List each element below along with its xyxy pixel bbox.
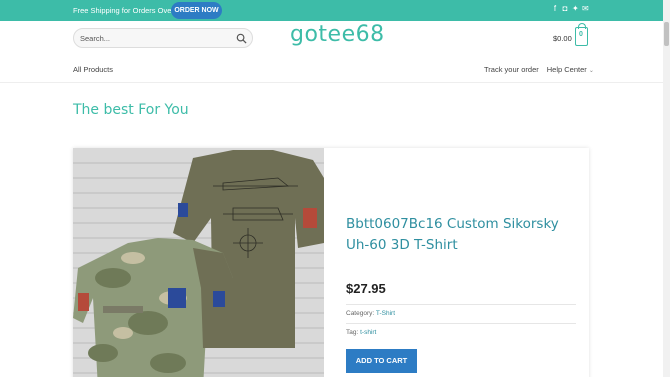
facebook-icon[interactable]: f [552, 5, 558, 13]
header-divider [0, 82, 670, 83]
order-now-button[interactable]: ORDER NOW [171, 2, 222, 19]
search-icon[interactable] [236, 33, 247, 44]
product-card: Bbtt0607Bc16 Custom Sikorsky Uh-60 3D T-… [73, 148, 589, 377]
nav-track-order[interactable]: Track your order [484, 65, 539, 74]
cart-count: 0 [579, 31, 583, 38]
search-placeholder: Search... [80, 34, 111, 43]
nav-help-center[interactable]: Help Center ⌄ [547, 65, 594, 74]
category-label: Category: [346, 310, 375, 317]
site-logo[interactable]: gotee68 [290, 22, 385, 47]
section-title: The best For You [73, 102, 189, 118]
social-links: f ◘ ✦ ✉ [552, 5, 589, 13]
tag-link[interactable]: t-shirt [360, 329, 376, 336]
scrollbar-thumb[interactable] [664, 22, 669, 46]
instagram-icon[interactable]: ◘ [562, 5, 568, 13]
twitter-icon[interactable]: ✦ [572, 5, 579, 13]
tag-label: Tag: [346, 329, 359, 336]
product-category: Category: T-Shirt [346, 310, 395, 317]
meta-divider [346, 304, 576, 305]
category-link[interactable]: T-Shirt [376, 310, 395, 317]
cart-total[interactable]: $0.00 [553, 34, 572, 43]
page-scrollbar[interactable] [663, 0, 670, 377]
product-info: Bbtt0607Bc16 Custom Sikorsky Uh-60 3D T-… [346, 148, 576, 377]
top-bar: Free Shipping for Orders Over $99 ORDER … [0, 0, 670, 21]
nav-right: Track your order Help Center ⌄ [484, 65, 594, 74]
nav-all-products[interactable]: All Products [73, 65, 113, 74]
add-to-cart-button[interactable]: ADD TO CART [346, 349, 417, 373]
search-input[interactable]: Search... [73, 28, 253, 48]
chevron-down-icon: ⌄ [588, 68, 594, 74]
product-tag: Tag: t-shirt [346, 329, 376, 336]
nav-help-label: Help Center [546, 65, 587, 74]
email-icon[interactable]: ✉ [582, 5, 589, 13]
product-price: $27.95 [346, 281, 386, 296]
product-title: Bbtt0607Bc16 Custom Sikorsky Uh-60 3D T-… [346, 216, 559, 253]
meta-divider [346, 323, 576, 324]
product-image[interactable] [73, 148, 324, 377]
cart-icon[interactable]: 0 [575, 23, 588, 46]
